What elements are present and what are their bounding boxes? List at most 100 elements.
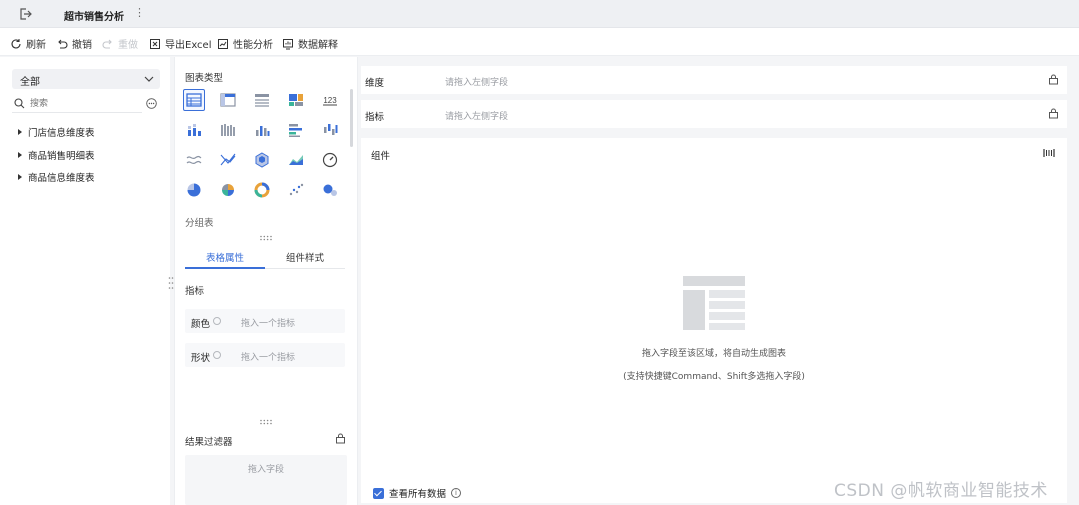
crosstab-icon-glyph <box>220 93 236 107</box>
horizontal-resize-handle-icon[interactable] <box>259 235 273 241</box>
color-label: 颜色 <box>191 319 211 330</box>
horizontal-bar-icon-glyph <box>289 124 302 137</box>
redo-button[interactable]: 重做 <box>102 36 138 51</box>
donut-icon[interactable] <box>251 179 273 201</box>
color-field-drop[interactable]: 颜色 拖入一个指标 <box>185 309 345 333</box>
performance-icon <box>218 38 228 49</box>
scrollbar[interactable] <box>350 89 353 147</box>
info-icon[interactable]: i <box>451 488 462 498</box>
color-placeholder: 拖入一个指标 <box>241 319 296 329</box>
view-all-data-checkbox[interactable]: 查看所有数据 i <box>373 486 462 500</box>
metric-section-title: 指标 <box>185 286 205 297</box>
search-input[interactable] <box>30 96 130 110</box>
detail-table-icon-glyph <box>255 94 269 107</box>
area-icon[interactable] <box>285 149 307 171</box>
tab-table-properties[interactable]: 表格属性 <box>185 250 265 264</box>
metric-drop-row[interactable]: 指标 请拖入左侧字段 <box>361 100 1067 128</box>
column-icon-glyph <box>256 126 270 136</box>
more-options-icon[interactable] <box>146 98 157 109</box>
undo-icon <box>58 39 68 49</box>
tree-item-label: 商品信息维度表 <box>28 173 95 184</box>
scatter-icon-glyph <box>289 183 304 196</box>
search-icon <box>14 98 25 109</box>
performance-analysis-button[interactable]: 性能分析 <box>217 36 273 51</box>
tree-item-label: 商品销售明细表 <box>28 151 95 162</box>
data-explain-label: 数据解释 <box>298 40 338 51</box>
tree-item-sales-detail[interactable]: 商品销售明细表 <box>18 148 95 162</box>
export-excel-button[interactable]: 导出Excel <box>149 36 212 51</box>
gauge-icon-glyph <box>322 152 338 168</box>
active-tab-indicator <box>185 267 265 269</box>
svg-text:123: 123 <box>323 96 337 105</box>
empty-chart-illustration <box>683 276 745 330</box>
redo-icon <box>102 39 112 49</box>
performance-label: 性能分析 <box>233 40 273 51</box>
data-explain-button[interactable]: 数据解释 <box>282 36 338 51</box>
metric-placeholder: 请拖入左侧字段 <box>445 112 509 122</box>
watermark-text: CSDN @帆软商业智能技术 <box>834 481 1048 501</box>
help-icon[interactable] <box>213 317 221 325</box>
expand-triangle-icon[interactable] <box>18 152 22 158</box>
stacked-bar-icon-glyph <box>188 124 201 136</box>
pie-icon-glyph <box>187 183 201 197</box>
tree-item-store-dim[interactable]: 门店信息维度表 <box>18 125 95 139</box>
refresh-button[interactable]: 刷新 <box>10 36 46 51</box>
data-source-panel: 全部 门店信息维度表 商品销售明细表 商品信息维度表 <box>0 57 170 505</box>
multi-pie-icon[interactable] <box>217 179 239 201</box>
gauge-icon[interactable] <box>319 149 341 171</box>
kpi-number-icon[interactable]: 123 <box>319 89 341 111</box>
lock-icon[interactable] <box>335 433 346 444</box>
page-title: 超市销售分析 <box>64 12 124 23</box>
lock-icon[interactable] <box>1048 108 1059 119</box>
refresh-icon <box>11 38 21 48</box>
redo-label: 重做 <box>118 40 138 51</box>
lock-icon[interactable] <box>1048 74 1059 85</box>
checkbox[interactable] <box>373 487 384 499</box>
help-icon[interactable] <box>213 351 221 359</box>
multi-bar-icon[interactable] <box>217 119 239 141</box>
horizontal-bar-icon[interactable] <box>285 119 307 141</box>
more-menu-icon[interactable]: ⋮ <box>134 6 145 19</box>
view-all-data-label: 查看所有数据 <box>389 489 447 500</box>
undo-button[interactable]: 撤销 <box>56 36 92 51</box>
dimension-drop-row[interactable]: 维度 请拖入左侧字段 <box>361 66 1067 94</box>
scatter-icon[interactable] <box>285 179 307 201</box>
metric-label: 指标 <box>365 112 385 123</box>
multi-bar-icon-glyph <box>221 124 235 136</box>
component-label: 组件 <box>371 151 391 162</box>
multi-pie-icon-glyph <box>222 184 234 196</box>
empty-state-message: 拖入字段至该区域，将自动生成图表 <box>641 349 786 359</box>
dimension-label: 维度 <box>365 78 385 89</box>
shape-placeholder: 拖入一个指标 <box>241 353 296 363</box>
shape-field-drop[interactable]: 形状 拖入一个指标 <box>185 343 345 367</box>
area-icon-glyph <box>289 155 303 165</box>
adaptive-width-icon[interactable] <box>1043 147 1055 159</box>
line-icon[interactable] <box>183 149 205 171</box>
horizontal-resize-handle-icon[interactable] <box>259 419 273 425</box>
tab-component-style[interactable]: 组件样式 <box>265 250 345 264</box>
dimension-placeholder: 请拖入左侧字段 <box>445 78 509 88</box>
result-filter-drop[interactable]: 拖入字段 <box>185 455 347 505</box>
grouped-table-icon[interactable] <box>183 89 205 111</box>
detail-table-icon[interactable] <box>251 89 273 111</box>
component-canvas[interactable]: 组件 拖入字段至该区域，将自动生成图表 (支持快捷键Command、Shift多… <box>361 138 1067 503</box>
expand-triangle-icon[interactable] <box>18 174 22 180</box>
range-column-icon[interactable] <box>319 119 341 141</box>
result-filter-title: 结果过滤器 <box>185 437 233 448</box>
property-tabs: 表格属性 组件样式 <box>185 243 345 269</box>
treemap-icon[interactable] <box>285 89 307 111</box>
hexagon-map-icon[interactable] <box>251 149 273 171</box>
crosstab-icon[interactable] <box>217 89 239 111</box>
title-bar: 超市销售分析 ⋮ <box>0 0 1079 28</box>
tree-item-product-dim[interactable]: 商品信息维度表 <box>18 170 95 184</box>
exit-icon[interactable] <box>18 7 32 21</box>
cross-line-icon[interactable] <box>217 149 239 171</box>
column-icon[interactable] <box>251 119 273 141</box>
chevron-down-icon <box>144 76 154 82</box>
pie-icon[interactable] <box>183 179 205 201</box>
empty-state-hint: (支持快捷键Command、Shift多选拖入字段) <box>623 372 805 382</box>
table-filter-select[interactable]: 全部 <box>12 69 160 89</box>
stacked-bar-icon[interactable] <box>183 119 205 141</box>
bubble-icon[interactable] <box>319 179 341 201</box>
expand-triangle-icon[interactable] <box>18 129 22 135</box>
